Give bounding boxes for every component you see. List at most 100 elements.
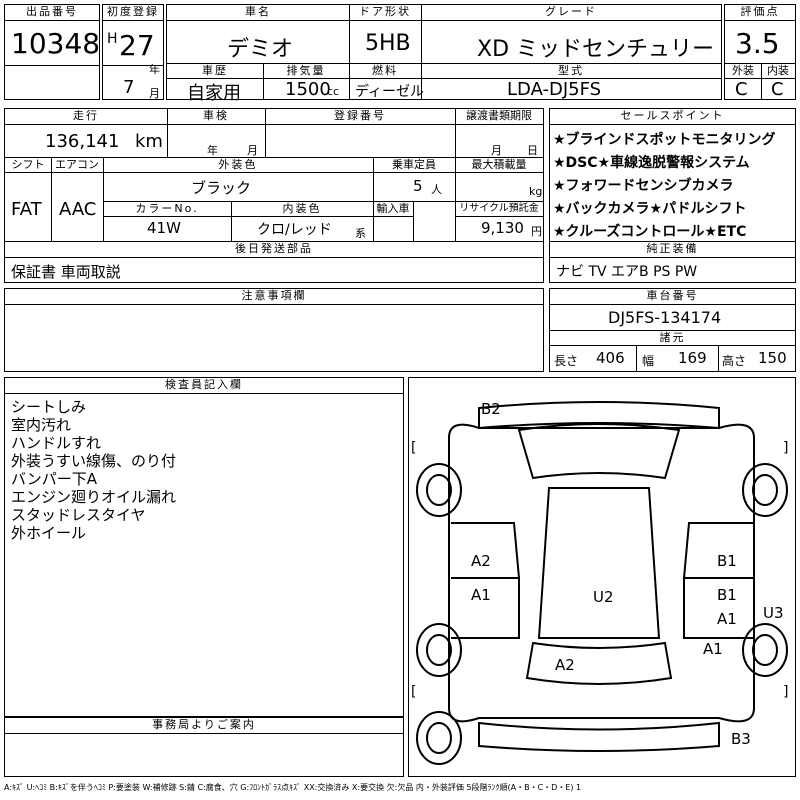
- reg-year-unit: 年: [149, 63, 160, 76]
- inspector-label: 検査員記入欄: [5, 378, 403, 394]
- plate-label: 登録番号: [265, 109, 455, 125]
- interior-color-unit: 系: [355, 227, 366, 240]
- grade: XD ミッドセンチュリー: [477, 37, 715, 62]
- inspection-label: 車検: [167, 109, 265, 125]
- ac-label: エアコン: [51, 158, 103, 173]
- equipment-cell: 純正装備 ナビ TV エアB PS PW: [549, 241, 796, 283]
- inspection-month-unit: 月: [247, 144, 258, 157]
- car-outline: [416, 401, 788, 765]
- bracket-open-front: [: [411, 440, 417, 456]
- lot-number-label: 出品番号: [5, 5, 99, 21]
- bracket-close-rear: ]: [783, 684, 789, 700]
- mark-b2: B2: [481, 400, 501, 418]
- bracket-open-rear: [: [411, 684, 417, 700]
- exterior-label: 外装: [725, 64, 761, 79]
- mark-u2: U2: [593, 588, 614, 606]
- later-parts-cell: 保証書 車両取説: [4, 257, 544, 283]
- later-parts-label: 後日発送部品: [235, 242, 313, 255]
- office-label: 事務局よりご案内: [5, 718, 403, 734]
- color: ブラック: [191, 179, 252, 197]
- door-type: 5HB: [365, 31, 411, 56]
- car-info-cell: 車名 ドア形状 グレード デミオ 5HB XD ミッドセンチュリー 車歴 排気量…: [166, 4, 722, 104]
- capacity-label: 乗車定員: [373, 158, 455, 173]
- height-label: 高さ: [722, 354, 747, 368]
- windshield: [517, 423, 681, 480]
- notes-cell: 注意事項欄: [4, 288, 544, 372]
- max-load-label: 最大積載量: [455, 158, 543, 173]
- mark-a1-right-mid: A1: [717, 610, 737, 628]
- grade-label: グレード: [421, 5, 721, 21]
- capacity: 5: [413, 177, 423, 195]
- width: 169: [678, 349, 707, 367]
- recycle-unit: 円: [531, 225, 542, 238]
- dimensions-label: 諸元: [550, 331, 795, 346]
- exterior-grade: C: [735, 79, 748, 100]
- color-no: 41W: [147, 219, 181, 237]
- first-registration-cell: 初度登録 H 27 年 7 月: [102, 4, 164, 100]
- max-load-unit: kg: [529, 185, 543, 198]
- displacement-unit: cc: [327, 85, 340, 98]
- mileage-unit: km: [135, 131, 163, 152]
- model-code-label: 型式: [421, 64, 721, 79]
- mark-b3: B3: [731, 730, 751, 748]
- history-label: 車歴: [167, 64, 263, 79]
- wheel-front-right: [742, 463, 788, 517]
- transfer-day-unit: 日: [527, 144, 538, 157]
- length: 406: [596, 349, 625, 367]
- shift-label: シフト: [5, 158, 51, 173]
- sales-point-item: ★フォワードセンシブカメラ: [553, 178, 734, 194]
- color-no-label: カラーNo.: [103, 202, 231, 217]
- lot-number: 10348: [11, 27, 101, 60]
- notes-label: 注意事項欄: [5, 289, 543, 305]
- legend: A:ｷｽﾞ U:ﾍｺﾐ B:ｷｽﾞを伴うﾍｺﾐ P:要塗装 W:補修跡 S:錆 …: [4, 783, 582, 792]
- car-name: デミオ: [227, 37, 294, 62]
- roof: [537, 487, 661, 639]
- inspection-year-unit: 年: [207, 144, 218, 157]
- ac: AAC: [59, 199, 97, 220]
- recycle-label: リサイクル預託金: [455, 202, 543, 217]
- score-label: 評価点: [725, 5, 795, 21]
- shift: FAT: [11, 199, 42, 220]
- lot-number-cell: 出品番号 10348: [4, 4, 100, 100]
- model-code: LDA-DJ5FS: [507, 79, 602, 100]
- displacement: 1500: [285, 79, 331, 100]
- sales-point-item: ★クルーズコントロール★ETC: [553, 224, 747, 240]
- color-label: 外装色: [103, 158, 373, 173]
- score-cell: 評価点 3.5 外装 内装 C C: [724, 4, 796, 100]
- equipment: ナビ TV エアB PS PW: [556, 264, 698, 280]
- wheel-rear-right: [742, 623, 788, 677]
- recycle: 9,130: [481, 219, 524, 237]
- mark-a1-left: A1: [471, 586, 491, 604]
- later-parts: 保証書 車両取説: [11, 263, 121, 281]
- door-label: ドア形状: [349, 5, 421, 21]
- sales-point-item: ★バックカメラ★パドルシフト: [553, 201, 747, 217]
- bracket-close-front: ]: [783, 440, 789, 456]
- interior-grade: C: [771, 79, 784, 100]
- interior-color: クロ/レッド: [257, 222, 332, 238]
- era-mark: H: [107, 31, 118, 47]
- sales-points-cell: セールスポイント ★ブラインドスポットモニタリング ★DSC★車線逸脱警報システ…: [549, 108, 796, 242]
- inspector-line: 外ホイール: [11, 524, 87, 542]
- capacity-unit: 人: [431, 183, 442, 196]
- interior-color-label: 内装色: [231, 202, 373, 217]
- displacement-label: 排気量: [263, 64, 349, 79]
- mark-u3: U3: [763, 604, 784, 622]
- office-cell: 事務局よりご案内: [4, 717, 404, 777]
- sales-point-item: ★DSC★車線逸脱警報システム: [553, 155, 750, 171]
- wheel-front-left: [416, 463, 462, 517]
- mark-a2-center: A2: [555, 656, 575, 674]
- history: 自家用: [187, 83, 241, 104]
- transfer-month-unit: 月: [491, 144, 502, 157]
- chassis-label: 車台番号: [550, 289, 795, 305]
- mark-a1-right-low: A1: [703, 640, 723, 658]
- mark-b1-right-top: B1: [717, 552, 737, 570]
- wheel-rear-left: [416, 623, 462, 677]
- car-name-label: 車名: [167, 5, 349, 21]
- chassis-cell: 車台番号 DJ5FS-134174 諸元 長さ 406 幅 169 高さ 150: [549, 288, 796, 372]
- reg-year: 27: [119, 29, 155, 62]
- body-outline: [448, 423, 755, 723]
- equipment-label: 純正装備: [550, 242, 795, 258]
- mark-a2-left: A2: [471, 552, 491, 570]
- width-label: 幅: [642, 354, 655, 368]
- height: 150: [758, 349, 787, 367]
